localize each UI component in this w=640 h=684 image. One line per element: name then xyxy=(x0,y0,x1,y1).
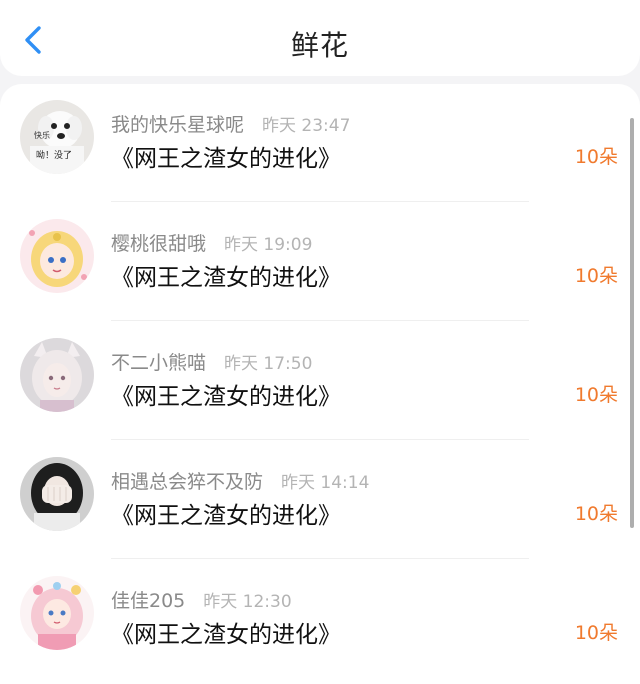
record-meta: 不二小熊喵 昨天 17:50 xyxy=(111,348,313,374)
username[interactable]: 相遇总会猝不及防 xyxy=(111,471,263,493)
divider xyxy=(111,439,529,440)
divider xyxy=(111,558,529,559)
avatar[interactable]: 快乐 呦！没了 xyxy=(20,100,94,174)
book-title[interactable]: 《网王之渣女的进化》 xyxy=(111,258,341,292)
book-title[interactable]: 《网王之渣女的进化》 xyxy=(111,615,341,649)
flower-count: 10朵 xyxy=(574,384,618,406)
anime-princess-avatar-image xyxy=(20,576,94,650)
page-title: 鲜花 xyxy=(290,29,349,62)
flower-record-list[interactable]: 快乐 呦！没了 我的快乐星球呢昨天 23:47 《网王之渣女的进化》 10朵 xyxy=(0,84,640,684)
avatar[interactable] xyxy=(20,457,94,531)
username[interactable]: 樱桃很甜哦 xyxy=(111,233,206,255)
flower-count: 10朵 xyxy=(574,146,618,168)
avatar[interactable] xyxy=(20,219,94,293)
record-meta: 我的快乐星球呢 昨天 23:47 xyxy=(111,110,351,136)
scrollbar[interactable] xyxy=(630,118,634,528)
flower-count: 10朵 xyxy=(574,265,618,287)
divider xyxy=(111,201,529,202)
cat-ear-girl-avatar-image xyxy=(20,338,94,412)
flower-count: 10朵 xyxy=(574,622,618,644)
list-item[interactable]: 樱桃很甜哦 昨天 19:09 《网王之渣女的进化》 10朵 xyxy=(0,203,640,322)
timestamp: 昨天 17:50 xyxy=(224,354,313,374)
list-item[interactable]: 快乐 呦！没了 我的快乐星球呢 昨天 23:47 《网王之渣女的进化》 10朵 xyxy=(0,84,640,203)
book-title[interactable]: 《网王之渣女的进化》 xyxy=(111,496,341,530)
record-meta: 樱桃很甜哦 昨天 19:09 xyxy=(111,229,313,255)
avatar[interactable] xyxy=(20,338,94,412)
list-item[interactable]: 佳佳205 昨天 12:30 《网王之渣女的进化》 10朵 xyxy=(0,560,640,679)
timestamp: 昨天 12:30 xyxy=(203,592,292,612)
username[interactable]: 佳佳205 xyxy=(111,590,185,612)
list-item[interactable]: 不二小熊喵 昨天 17:50 《网王之渣女的进化》 10朵 xyxy=(0,322,640,441)
anime-girl-avatar-image xyxy=(20,219,94,293)
timestamp: 昨天 23:47 xyxy=(262,116,351,136)
divider xyxy=(111,320,529,321)
flower-count: 10朵 xyxy=(574,503,618,525)
record-meta: 佳佳205 昨天 12:30 xyxy=(111,586,292,612)
book-title[interactable]: 《网王之渣女的进化》 xyxy=(111,377,341,411)
record-meta: 相遇总会猝不及防 昨天 14:14 xyxy=(111,467,370,493)
timestamp: 昨天 19:09 xyxy=(224,235,313,255)
avatar[interactable] xyxy=(20,576,94,650)
username[interactable]: 不二小熊喵 xyxy=(111,352,206,374)
book-title[interactable]: 《网王之渣女的进化》 xyxy=(111,139,341,173)
list-item[interactable]: 相遇总会猝不及防 昨天 14:14 《网王之渣女的进化》 10朵 xyxy=(0,441,640,560)
girl-covering-face-avatar-image xyxy=(20,457,94,531)
avatar-caption-1: 快乐 xyxy=(34,130,50,140)
timestamp: 昨天 14:14 xyxy=(281,473,370,493)
username[interactable]: 我的快乐星球呢 xyxy=(111,114,244,136)
header-bar: 鲜花 xyxy=(0,0,640,76)
dog-meme-avatar-image: 快乐 呦！没了 xyxy=(20,100,94,174)
avatar-caption-2: 呦！没了 xyxy=(36,149,72,161)
